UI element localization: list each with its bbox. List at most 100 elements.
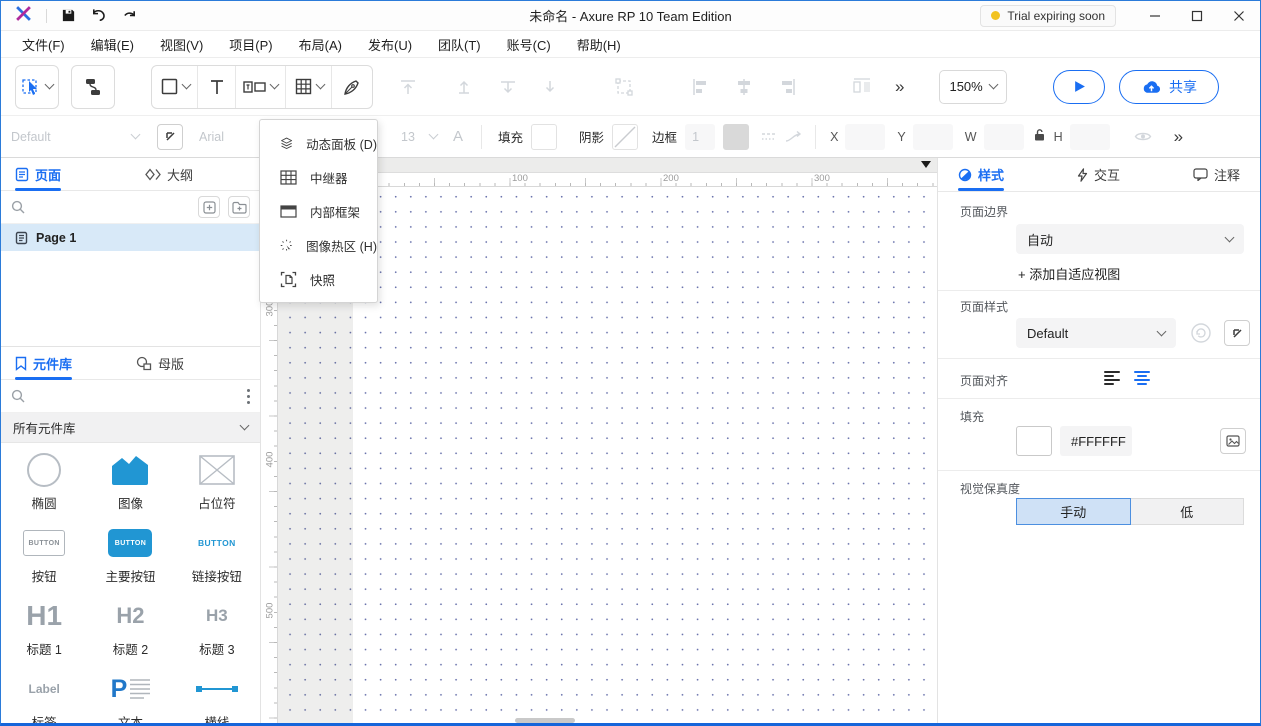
style-picker-button[interactable]	[157, 124, 183, 150]
close-button[interactable]	[1218, 1, 1260, 31]
page-style-select[interactable]: Default	[1016, 318, 1176, 348]
title-bar: 未命名 - Axure RP 10 Team Edition Trial exp…	[1, 1, 1260, 31]
widget-image[interactable]: 图像	[87, 443, 173, 516]
add-adaptive-view-link[interactable]: + 添加自适应视图	[1018, 264, 1120, 283]
font-size-select[interactable]: 13	[401, 130, 437, 144]
shadow-swatch[interactable]	[612, 124, 638, 150]
library-filter-select[interactable]: 所有元件库	[1, 413, 260, 443]
menu-team[interactable]: 团队(T)	[427, 32, 492, 57]
tab-interactions[interactable]: 交互	[1077, 158, 1120, 191]
tab-pages[interactable]: 页面	[15, 158, 61, 190]
menu-help[interactable]: 帮助(H)	[566, 32, 632, 57]
ruler-options-toggle[interactable]	[921, 161, 931, 168]
add-page-button[interactable]	[198, 196, 220, 218]
maximize-button[interactable]	[1176, 1, 1218, 31]
pen-tool-button[interactable]	[332, 66, 372, 108]
menu-edit[interactable]: 编辑(E)	[80, 32, 145, 57]
widget-heading1[interactable]: H1 标题 1	[1, 589, 87, 662]
menu-item-repeater[interactable]: 中继器	[260, 160, 377, 194]
formatbar-more-button[interactable]: »	[1174, 127, 1182, 147]
widget-button[interactable]: BUTTON 按钮	[1, 516, 87, 589]
x-field[interactable]	[845, 124, 885, 150]
panel-divider	[938, 358, 1260, 359]
page-bounds-chevron-icon	[1225, 232, 1235, 242]
widget-label[interactable]: Label 标签	[1, 662, 87, 726]
y-field[interactable]	[913, 124, 953, 150]
reset-style-icon	[1190, 322, 1212, 349]
page-fill-image-button[interactable]	[1220, 428, 1246, 454]
menu-item-hotspot[interactable]: 图像热区 (H)	[260, 228, 377, 262]
menu-layout[interactable]: 布局(A)	[288, 32, 353, 57]
fidelity-low-button[interactable]: 低	[1131, 498, 1245, 525]
page-align-left-button[interactable]	[1104, 371, 1120, 385]
inline-frame-chevron-icon	[270, 80, 280, 90]
tab-notes[interactable]: 注释	[1193, 158, 1240, 191]
menu-file[interactable]: 文件(F)	[11, 32, 76, 57]
table-tool-button[interactable]	[286, 66, 332, 108]
layers-icon	[280, 135, 293, 152]
lock-ratio-icon[interactable]	[1033, 128, 1046, 145]
widget-ellipse[interactable]: 椭圆	[1, 443, 87, 516]
menu-publish[interactable]: 发布(U)	[357, 32, 423, 57]
font-family-select[interactable]: Arial	[199, 130, 259, 144]
widget-heading3[interactable]: H3 标题 3	[174, 589, 260, 662]
border-width-field[interactable]: 1	[685, 124, 715, 150]
page-fill-swatch[interactable]	[1016, 426, 1052, 456]
save-button[interactable]	[61, 8, 76, 23]
fidelity-manual-button[interactable]: 手动	[1016, 498, 1131, 525]
fill-label: 填充	[498, 127, 523, 146]
note-bubble-icon	[1193, 168, 1208, 181]
page-bounds-select[interactable]: 自动	[1016, 224, 1244, 254]
menu-item-dynamic-panel[interactable]: 动态面板 (D)	[260, 126, 377, 160]
toolbar-more-button[interactable]: »	[895, 77, 903, 97]
page-fill-hex-field[interactable]: #FFFFFF	[1060, 426, 1132, 456]
menu-item-inline-frame[interactable]: 内部框架	[260, 194, 377, 228]
widget-style-select[interactable]: Default	[11, 130, 139, 144]
w-field[interactable]	[984, 124, 1024, 150]
undo-button[interactable]	[90, 8, 107, 23]
widget-link-button[interactable]: BUTTON 链接按钮	[174, 516, 260, 589]
text-tool-button[interactable]	[198, 66, 236, 108]
canvas-h-scrollbar-thumb[interactable]	[515, 718, 575, 723]
minimize-button[interactable]	[1134, 1, 1176, 31]
tab-outline[interactable]: 大纲	[145, 158, 193, 190]
add-folder-button[interactable]	[228, 196, 250, 218]
widget-placeholder[interactable]: 占位符	[174, 443, 260, 516]
table-tool-chevron-icon	[315, 80, 325, 90]
select-tool-button[interactable]	[15, 65, 59, 109]
widget-heading2[interactable]: H2 标题 2	[87, 589, 173, 662]
fill-color-swatch[interactable]	[531, 124, 557, 150]
widget-horizontal-line[interactable]: 横线	[174, 662, 260, 726]
menu-project[interactable]: 项目(P)	[218, 32, 283, 57]
menu-account[interactable]: 账号(C)	[496, 32, 562, 57]
widget-text[interactable]: P 文本	[87, 662, 173, 726]
select-tool-chevron-icon	[45, 80, 55, 90]
trial-badge[interactable]: Trial expiring soon	[980, 5, 1116, 27]
h-field[interactable]	[1070, 124, 1110, 150]
pages-search-input[interactable]	[33, 200, 190, 214]
tab-masters[interactable]: 母版	[136, 347, 184, 379]
inline-frame-tool-button[interactable]	[236, 66, 286, 108]
widget-primary-button[interactable]: BUTTON 主要按钮	[87, 516, 173, 589]
zoom-select[interactable]: 150%	[939, 70, 1007, 104]
box-tool-button[interactable]	[152, 66, 198, 108]
page-style-picker-button[interactable]	[1224, 320, 1250, 346]
library-menu-button[interactable]	[247, 389, 250, 404]
page-align-center-button[interactable]	[1134, 371, 1150, 385]
page-tree-item-page1[interactable]: Page 1	[1, 224, 260, 251]
connector-tool-button[interactable]	[71, 65, 115, 109]
tab-widget-library[interactable]: 元件库	[15, 347, 72, 379]
send-backward-icon	[493, 70, 523, 104]
w-label: W	[965, 130, 977, 144]
tab-style[interactable]: 样式	[958, 158, 1004, 191]
v-ruler-label: 400	[265, 448, 276, 472]
preview-button[interactable]	[1053, 70, 1105, 104]
share-button[interactable]: 共享	[1119, 70, 1219, 104]
button-icon: BUTTON	[23, 524, 65, 562]
menu-item-snapshot[interactable]: 快照	[260, 262, 377, 296]
library-search-input[interactable]	[33, 389, 239, 403]
redo-button[interactable]	[121, 8, 138, 23]
menu-view[interactable]: 视图(V)	[149, 32, 214, 57]
border-color-swatch[interactable]	[723, 124, 749, 150]
font-color-button[interactable]: A	[453, 128, 463, 145]
